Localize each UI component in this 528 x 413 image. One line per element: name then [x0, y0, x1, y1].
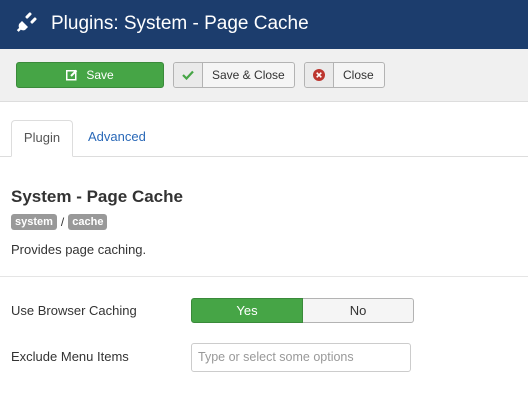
save-button[interactable]: Save	[16, 62, 164, 88]
exclude-menu-items-input[interactable]: Type or select some options	[191, 343, 411, 372]
close-button-label: Close	[343, 68, 374, 82]
plugin-title: System - Page Cache	[11, 187, 183, 206]
close-button[interactable]: Close	[304, 62, 385, 88]
page-header: Plugins: System - Page Cache	[0, 0, 528, 49]
save-button-label: Save	[86, 68, 114, 82]
save-close-button-label: Save & Close	[212, 68, 285, 82]
browser-caching-label: Use Browser Caching	[11, 303, 137, 318]
plugin-tags: system / cache	[11, 213, 108, 231]
plug-icon	[16, 12, 37, 32]
browser-caching-yes-button[interactable]: Yes	[191, 298, 303, 323]
page-title: Plugins: System - Page Cache	[51, 13, 309, 34]
tab-bar: Plugin Advanced	[0, 120, 528, 157]
browser-caching-no-button[interactable]: No	[303, 298, 414, 323]
divider	[0, 276, 528, 277]
toolbar: Save Save & Close Close	[0, 49, 528, 102]
tag-system: system	[11, 214, 57, 230]
checkmark-icon	[174, 63, 203, 87]
tag-cache: cache	[68, 214, 108, 230]
plugin-description: Provides page caching.	[11, 242, 147, 257]
tab-advanced[interactable]: Advanced	[76, 120, 158, 156]
browser-caching-toggle: Yes No	[191, 298, 414, 323]
tab-plugin[interactable]: Plugin	[11, 120, 73, 157]
exclude-menu-items-label: Exclude Menu Items	[11, 349, 129, 364]
tag-separator: /	[60, 215, 65, 229]
save-close-button[interactable]: Save & Close	[173, 62, 295, 88]
edit-icon	[66, 63, 78, 87]
close-icon	[305, 63, 334, 87]
